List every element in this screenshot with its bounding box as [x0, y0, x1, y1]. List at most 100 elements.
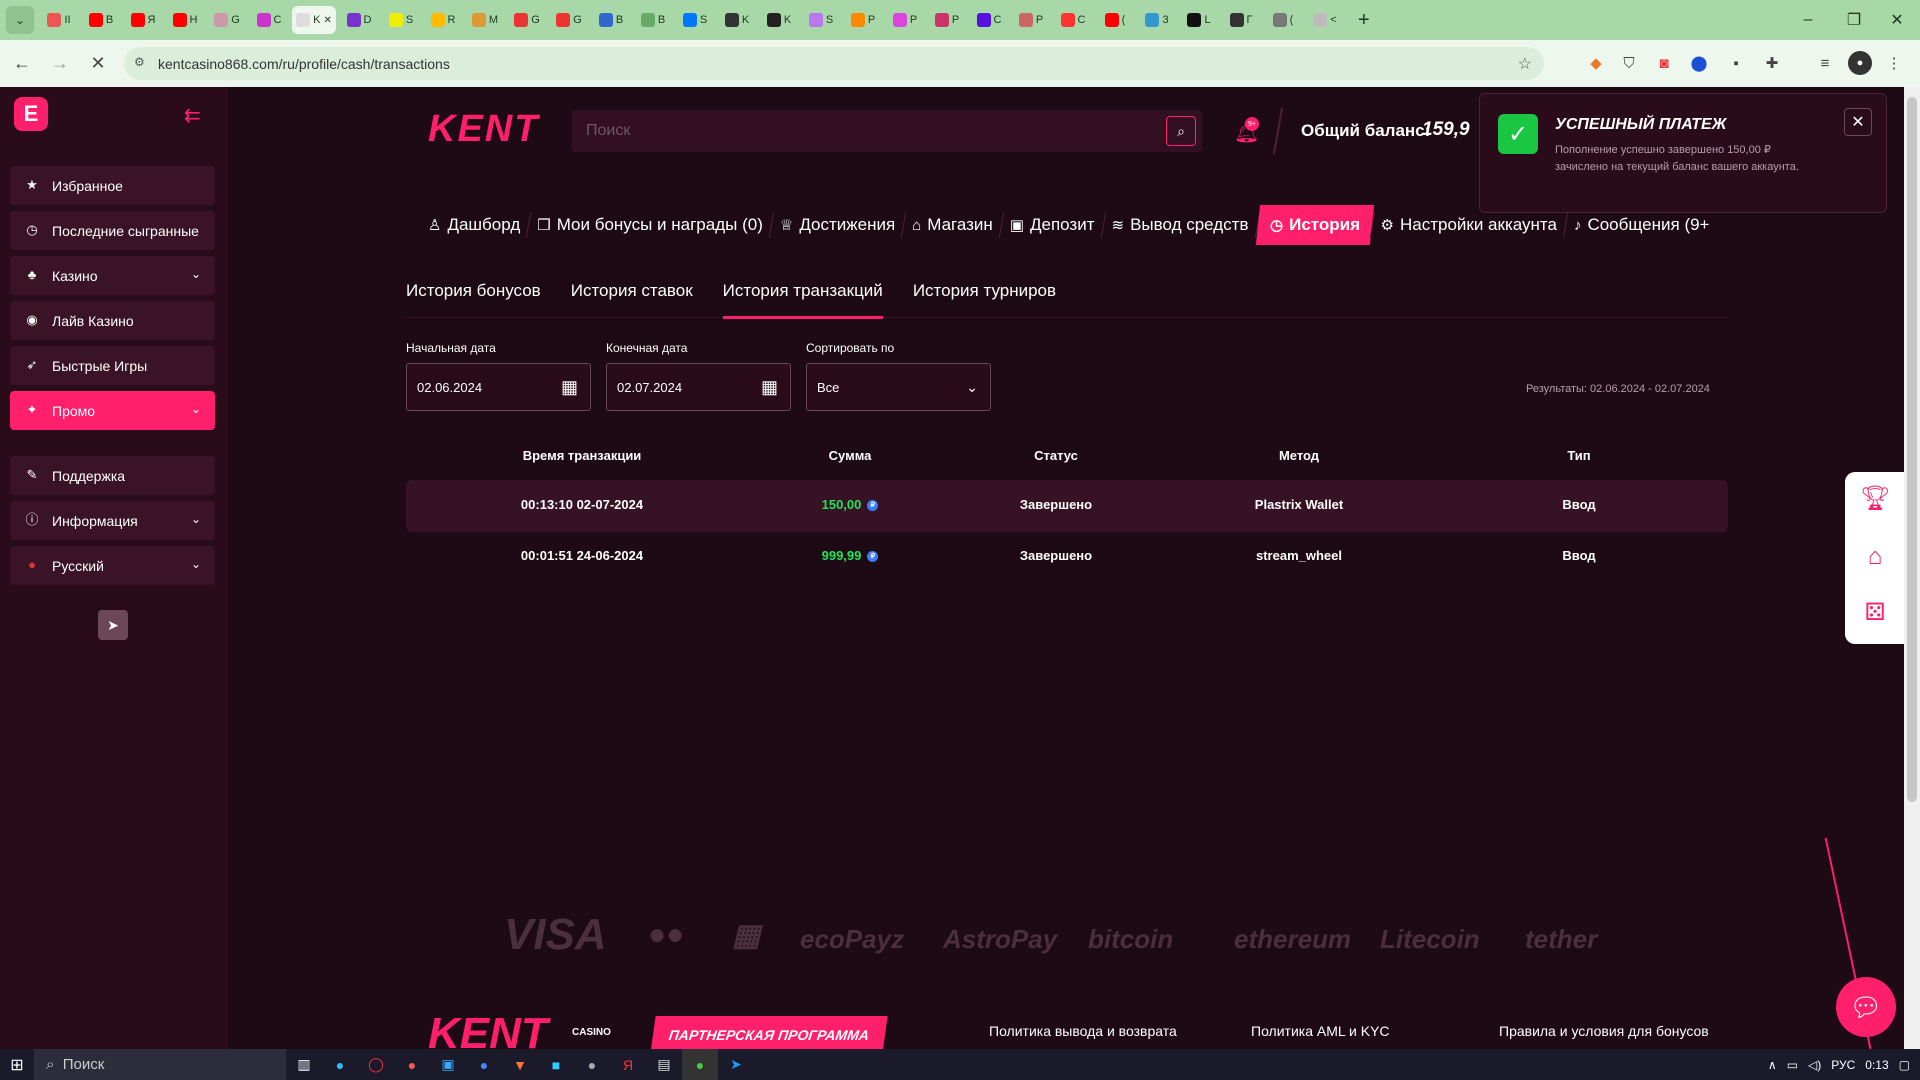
store-icon[interactable]: ▣ — [430, 1049, 466, 1080]
chrome-active-icon[interactable]: ● — [682, 1049, 718, 1080]
app-icon[interactable]: ■ — [538, 1049, 574, 1080]
shop-icon[interactable]: ⌂ — [1860, 542, 1890, 572]
chrome-icon[interactable]: ● — [466, 1049, 502, 1080]
sidebar-item[interactable]: ⓘ Информация ⌄ — [10, 501, 215, 540]
brand-logo[interactable]: KENT — [428, 108, 539, 151]
extensions-puzzle-icon[interactable]: ✚ — [1760, 51, 1784, 75]
game-extension-icon[interactable]: ▪ — [1724, 51, 1748, 75]
close-icon[interactable]: ✕ — [1844, 108, 1872, 136]
close-window-icon[interactable]: ✕ — [1874, 0, 1920, 40]
browser-tab[interactable]: K ✕ — [292, 6, 336, 34]
dice-icon[interactable]: ⚄ — [1860, 598, 1890, 628]
browser-tab[interactable]: ( — [1096, 6, 1134, 34]
sidebar-collapse-icon[interactable]: ⇇ — [184, 103, 214, 127]
footer-link-bonus-terms[interactable]: Правила и условия для бонусов — [1499, 1023, 1709, 1039]
history-subtab[interactable]: История транзакций — [722, 278, 883, 319]
close-tab-icon[interactable]: ✕ — [323, 15, 331, 26]
search-input[interactable]: Поиск ⌕ — [572, 110, 1202, 152]
profile-avatar[interactable]: ● — [1848, 51, 1872, 75]
taskbar-search[interactable]: ⌕ Поиск — [34, 1049, 286, 1080]
browser-tab[interactable]: C — [1054, 6, 1092, 34]
forward-icon[interactable]: → — [44, 48, 76, 80]
bookmark-star-icon[interactable]: ☆ — [1518, 54, 1532, 74]
language-indicator[interactable]: РУС — [1831, 1058, 1855, 1072]
edge-icon[interactable]: ● — [322, 1049, 358, 1080]
chevron-down-icon[interactable]: ⌄ — [191, 512, 201, 526]
profile-nav-item[interactable]: ⌂ Магазин — [904, 205, 1001, 245]
browser-tab[interactable]: D — [340, 6, 378, 34]
sidebar-item[interactable]: ➶ Быстрые Игры — [10, 346, 215, 385]
url-field[interactable]: ⚙ kentcasino868.com/ru/profile/cash/tran… — [124, 47, 1544, 80]
browser-tab[interactable]: B — [592, 6, 630, 34]
browser-tab[interactable]: S — [676, 6, 714, 34]
history-subtab[interactable]: История ставок — [571, 278, 693, 318]
calendar-icon[interactable]: ▦ — [761, 377, 778, 398]
browser-tab[interactable]: B — [82, 6, 120, 34]
screenshot-extension-icon[interactable]: ◙ — [1652, 51, 1676, 75]
network-icon[interactable]: ▭ — [1787, 1058, 1798, 1072]
sidebar-item[interactable]: ◷ Последние сыгранные — [10, 211, 215, 250]
browser-tab[interactable]: K — [718, 6, 756, 34]
metamask-icon[interactable]: ◆ — [1584, 51, 1608, 75]
tray-arrow-icon[interactable]: ∧ — [1768, 1058, 1777, 1072]
profile-nav-item[interactable]: ♙ Дашборд — [420, 205, 528, 245]
browser-tab[interactable]: P — [1012, 6, 1050, 34]
sidebar-item[interactable]: ★ Избранное — [10, 166, 215, 205]
chat-icon[interactable]: 💬︎ — [1836, 977, 1896, 1037]
app-icon[interactable]: ● — [394, 1049, 430, 1080]
browser-menu-icon[interactable]: ⋮ — [1882, 51, 1906, 75]
notifications-icon[interactable]: ▢ — [1899, 1058, 1910, 1072]
browser-tab[interactable]: P — [928, 6, 966, 34]
sort-select[interactable]: Все ⌄ — [806, 363, 991, 411]
opera-icon[interactable]: ◯ — [358, 1049, 394, 1080]
tab-search-button[interactable]: ⌄ — [6, 6, 34, 34]
restore-icon[interactable]: ❐ — [1831, 0, 1877, 40]
sidebar-item[interactable]: ♣ Казино ⌄ — [10, 256, 215, 295]
start-date-field[interactable]: 02.06.2024 ▦ — [406, 363, 591, 411]
profile-nav-item[interactable]: ≋ Вывод средств — [1104, 205, 1257, 245]
telegram-taskbar-icon[interactable]: ➤ — [718, 1049, 754, 1080]
profile-nav-item[interactable]: ❒ Мои бонусы и награды (0) — [529, 205, 771, 245]
yandex-icon[interactable]: Я — [610, 1049, 646, 1080]
browser-tab[interactable]: C — [250, 6, 288, 34]
profile-nav-item[interactable]: ♕ Достижения — [772, 205, 903, 245]
sidebar-item[interactable]: ◉ Лайв Казино — [10, 301, 215, 340]
browser-tab[interactable]: ( — [1264, 6, 1302, 34]
browser-tab[interactable]: Г — [1222, 6, 1260, 34]
scrollbar-thumb[interactable] — [1907, 97, 1917, 802]
browser-tab[interactable]: S — [382, 6, 420, 34]
history-subtab[interactable]: История турниров — [913, 278, 1056, 318]
history-subtab[interactable]: История бонусов — [406, 278, 541, 318]
browser-tab[interactable]: L — [1180, 6, 1218, 34]
task-view-icon[interactable]: ▥ — [286, 1049, 322, 1080]
profile-nav-item[interactable]: ◷ История — [1255, 205, 1374, 245]
calendar-icon[interactable]: ▦ — [561, 377, 578, 398]
browser-tab[interactable]: 3 — [1138, 6, 1176, 34]
browser-tab[interactable]: R — [424, 6, 462, 34]
reading-list-icon[interactable]: ≡ — [1813, 51, 1837, 75]
browser-tab[interactable]: P — [844, 6, 882, 34]
footer-link-withdrawal[interactable]: Политика вывода и возврата — [989, 1023, 1177, 1039]
profile-nav-item[interactable]: ▣ Депозит — [1002, 205, 1103, 245]
brave-icon[interactable]: ▼ — [502, 1049, 538, 1080]
app-icon[interactable]: ● — [574, 1049, 610, 1080]
chevron-down-icon[interactable]: ⌄ — [191, 557, 201, 571]
profile-nav-item[interactable]: ⚙ Настройки аккаунта — [1373, 205, 1565, 245]
telegram-icon[interactable]: ➤ — [98, 610, 128, 640]
browser-tab[interactable]: P — [886, 6, 924, 34]
search-icon[interactable]: ⌕ — [1166, 116, 1196, 146]
end-date-field[interactable]: 02.07.2024 ▦ — [606, 363, 791, 411]
site-settings-icon[interactable]: ⚙ — [134, 55, 150, 71]
browser-tab[interactable]: B — [634, 6, 672, 34]
sidebar-item[interactable]: ● Русский ⌄ — [10, 546, 215, 585]
vpn-extension-icon[interactable]: ⬤ — [1687, 51, 1711, 75]
sidebar-item[interactable]: ✎ Поддержка — [10, 456, 215, 495]
chevron-down-icon[interactable]: ⌄ — [191, 267, 201, 281]
shield-extension-icon[interactable]: ⛉ — [1617, 51, 1641, 75]
profile-nav-item[interactable]: ♪ Сообщения (9+ — [1566, 205, 1718, 245]
browser-tab[interactable]: II — [40, 6, 78, 34]
minimize-icon[interactable]: – — [1785, 0, 1831, 40]
browser-tab[interactable]: K — [760, 6, 798, 34]
browser-tab[interactable]: < — [1306, 6, 1344, 34]
browser-tab[interactable]: H — [166, 6, 204, 34]
